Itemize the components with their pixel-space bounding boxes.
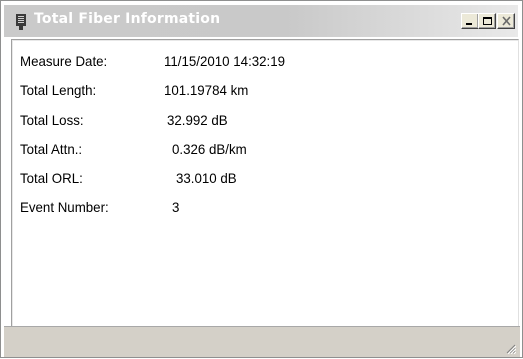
total-attn-value: 0.326 dB/km [172,141,247,157]
title-bar[interactable]: Total Fiber Information [4,5,518,37]
close-button[interactable] [497,13,515,29]
event-number-label: Event Number: [20,199,109,215]
info-panel: Measure Date: 11/15/2010 14:32:19 Total … [11,39,519,326]
fiber-info-window: Total Fiber Information Measure Date: 11… [0,0,523,358]
minimize-button[interactable] [461,13,479,29]
measure-date-label: Measure Date: [20,53,108,69]
total-orl-value: 33.010 dB [176,170,237,186]
total-length-label: Total Length: [20,82,97,98]
resize-grip-icon[interactable] [504,341,517,355]
measure-date-value: 11/15/2010 14:32:19 [164,53,286,69]
total-attn-label: Total Attn.: [20,141,83,157]
event-number-value: 3 [172,199,180,215]
total-orl-label: Total ORL: [20,170,83,186]
window-title: Total Fiber Information [34,11,221,27]
total-loss-value: 32.992 dB [167,112,228,128]
status-bar [4,326,520,357]
maximize-button[interactable] [478,13,496,29]
total-length-value: 101.19784 km [164,82,249,98]
total-loss-label: Total Loss: [20,112,84,128]
window-fiber-icon [16,14,26,30]
